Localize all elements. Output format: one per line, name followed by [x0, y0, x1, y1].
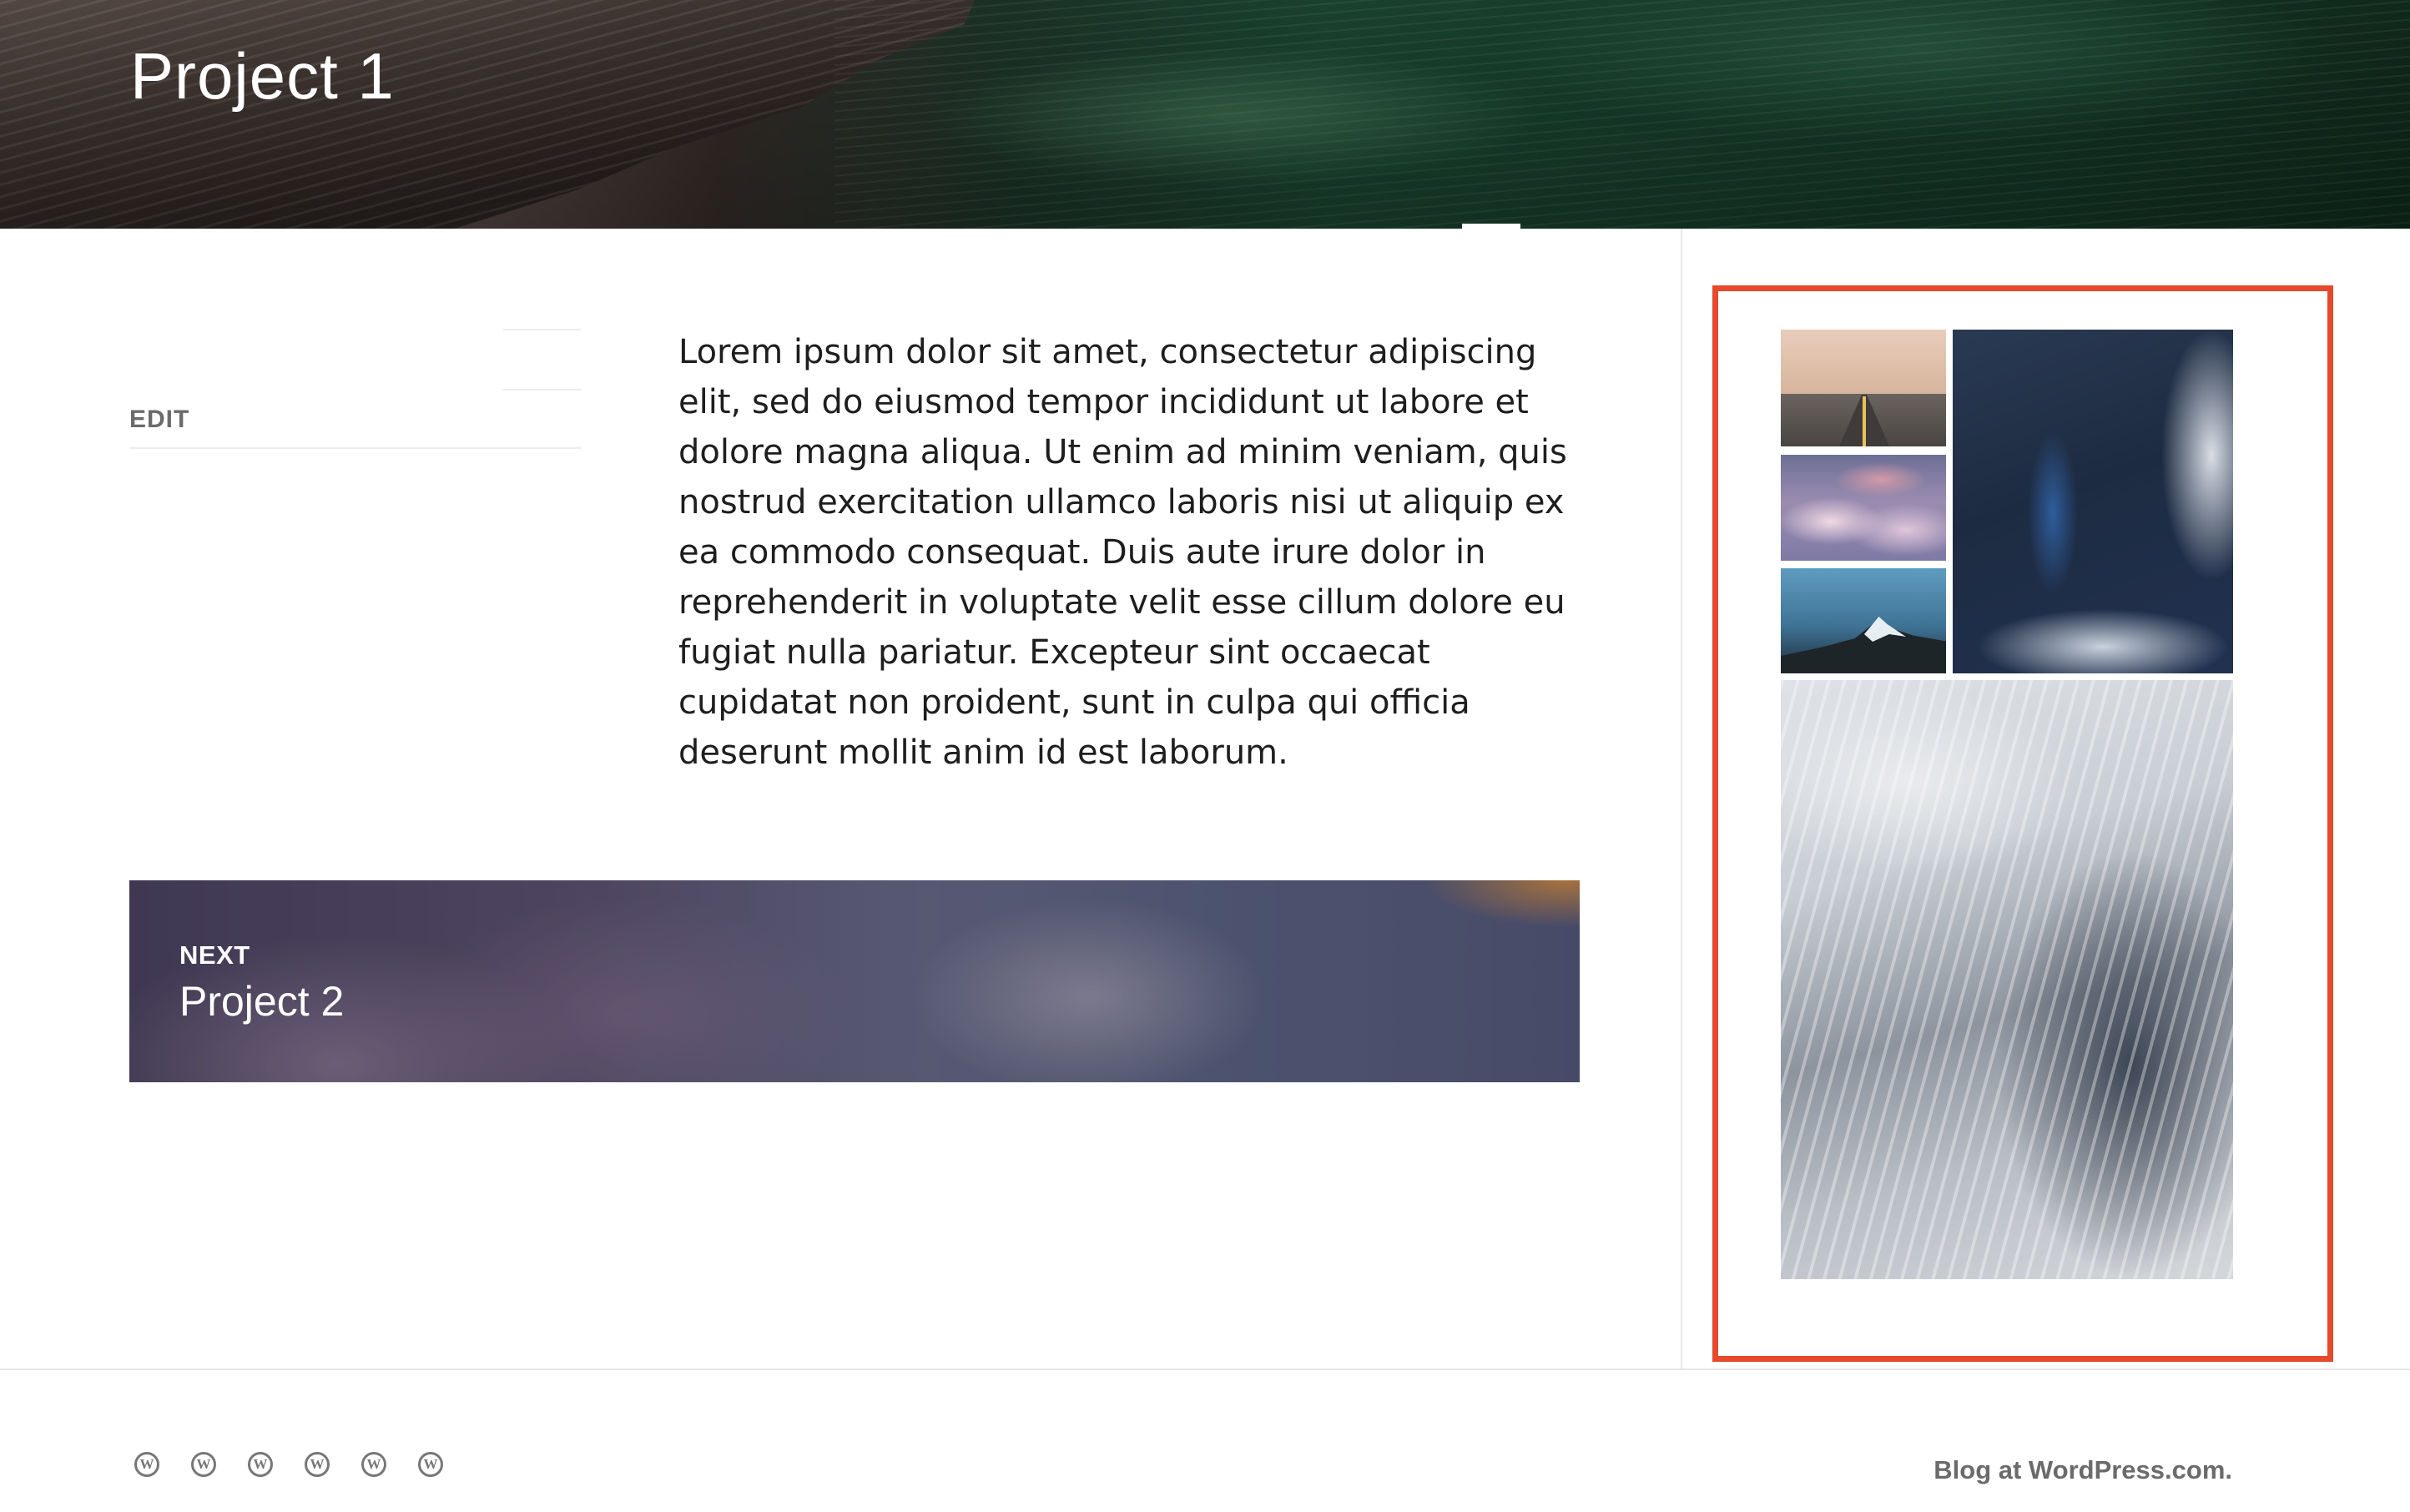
next-post-title: Project 2	[179, 978, 345, 1025]
wordpress-icon[interactable]: W	[418, 1452, 443, 1477]
next-label: NEXT	[179, 940, 250, 970]
next-post-link[interactable]: NEXT Project 2	[129, 880, 1580, 1082]
footer-credit-link[interactable]: Blog at WordPress.com.	[1903, 1455, 2232, 1485]
gallery-image-ice-aerial[interactable]	[1781, 680, 2233, 1279]
wordpress-icon[interactable]: W	[134, 1452, 159, 1477]
header-image: Project 1	[0, 0, 2410, 229]
social-links: W W W W W W	[134, 1452, 443, 1477]
meta-divider	[503, 329, 581, 330]
wordpress-icon[interactable]: W	[361, 1452, 386, 1477]
wordpress-icon[interactable]: W	[305, 1452, 330, 1477]
footer-divider	[0, 1368, 2410, 1370]
gallery-image-ocean-aerial[interactable]	[1953, 330, 2233, 673]
wordpress-icon[interactable]: W	[191, 1452, 216, 1477]
gallery-image-clouds[interactable]	[1781, 455, 1946, 561]
meta-divider	[503, 389, 581, 391]
meta-divider	[129, 447, 581, 449]
header-marker	[1462, 224, 1520, 229]
entry-content: Lorem ipsum dolor sit amet, consectetur …	[678, 333, 1567, 772]
edit-link[interactable]: EDIT	[129, 406, 189, 434]
page-title: Project 1	[130, 39, 395, 113]
content-sidebar-divider	[1681, 229, 1682, 1370]
wordpress-icon[interactable]: W	[248, 1452, 273, 1477]
gallery-image-mountain[interactable]	[1781, 568, 1946, 673]
gallery-image-road[interactable]	[1781, 330, 1946, 446]
